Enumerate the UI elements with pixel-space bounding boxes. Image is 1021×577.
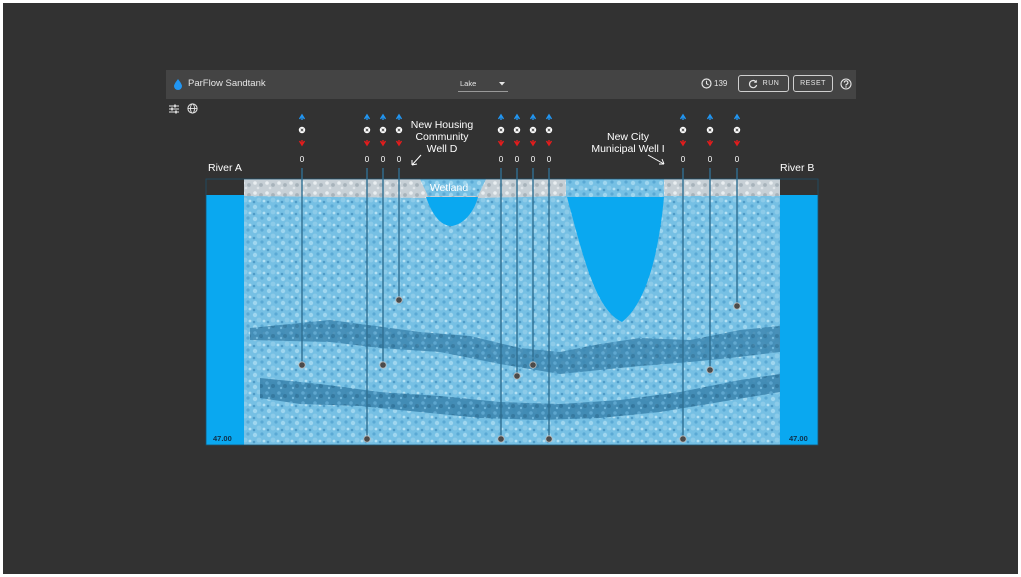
well-pump-rate: 0 [735, 155, 740, 164]
river-a-label: River A [208, 162, 242, 174]
pump-up-arrow-icon[interactable] [497, 113, 505, 120]
pump-down-arrow-icon[interactable] [733, 140, 741, 147]
pump-up-arrow-icon[interactable] [395, 113, 403, 120]
pump-up-arrow-icon[interactable] [706, 113, 714, 120]
pump-down-arrow-icon[interactable] [545, 140, 553, 147]
housing-label-line2: Community [415, 131, 469, 143]
pump-down-arrow-icon[interactable] [679, 140, 687, 147]
well-pump-rate: 0 [365, 155, 370, 164]
well-pump-rate: 0 [547, 155, 552, 164]
well-screen-marker [379, 361, 387, 369]
city-label-line1: New City [607, 131, 650, 143]
pump-down-arrow-icon[interactable] [395, 140, 403, 147]
river-a-level: 47.00 [213, 434, 232, 443]
well-pump-rate: 0 [708, 155, 713, 164]
pump-up-arrow-icon[interactable] [679, 113, 687, 120]
pump-down-arrow-icon[interactable] [529, 140, 537, 147]
well-pump-rate: 0 [397, 155, 402, 164]
housing-label-line3: Well D [427, 143, 458, 155]
pump-down-arrow-icon[interactable] [497, 140, 505, 147]
city-arrow-icon [647, 154, 665, 165]
dry-surface-layer [244, 179, 780, 198]
well-pump-rate: 0 [499, 155, 504, 164]
well-screen-marker [529, 361, 537, 369]
pump-up-arrow-icon[interactable] [513, 113, 521, 120]
well-screen-marker [513, 372, 521, 380]
city-label-line2: Municipal Well I [591, 143, 664, 155]
well-pump-rate: 0 [300, 155, 305, 164]
housing-arrow-icon [411, 154, 422, 166]
well-screen-marker [679, 435, 687, 443]
river-b-label: River B [780, 162, 814, 174]
well-screen-marker [706, 366, 714, 374]
pump-down-arrow-icon[interactable] [706, 140, 714, 147]
river-b-level: 47.00 [789, 434, 808, 443]
well-pump-rate: 0 [381, 155, 386, 164]
pump-up-arrow-icon[interactable] [298, 113, 306, 120]
pump-down-arrow-icon[interactable] [363, 140, 371, 147]
well-pump-rate: 0 [515, 155, 520, 164]
pump-up-arrow-icon[interactable] [545, 113, 553, 120]
well-pump-rate: 0 [681, 155, 686, 164]
river-b-water [780, 195, 818, 445]
pump-up-arrow-icon[interactable] [733, 113, 741, 120]
well-screen-marker [733, 302, 741, 310]
well-screen-marker [545, 435, 553, 443]
pump-up-arrow-icon[interactable] [363, 113, 371, 120]
pump-up-arrow-icon[interactable] [379, 113, 387, 120]
well-screen-marker [298, 361, 306, 369]
pump-down-arrow-icon[interactable] [298, 140, 306, 147]
well-screen-marker [497, 435, 505, 443]
pump-down-arrow-icon[interactable] [513, 140, 521, 147]
wetland-label: Wetland [430, 182, 468, 194]
river-a-water [206, 195, 244, 445]
pump-down-arrow-icon[interactable] [379, 140, 387, 147]
well-screen-marker [363, 435, 371, 443]
pump-up-arrow-icon[interactable] [529, 113, 537, 120]
well-pump-rate: 0 [531, 155, 536, 164]
well-screen-marker [395, 296, 403, 304]
housing-label-line1: New Housing [411, 119, 474, 131]
sandtank-scene: River A River B 47.00 47.00 00000000000 … [205, 113, 819, 446]
